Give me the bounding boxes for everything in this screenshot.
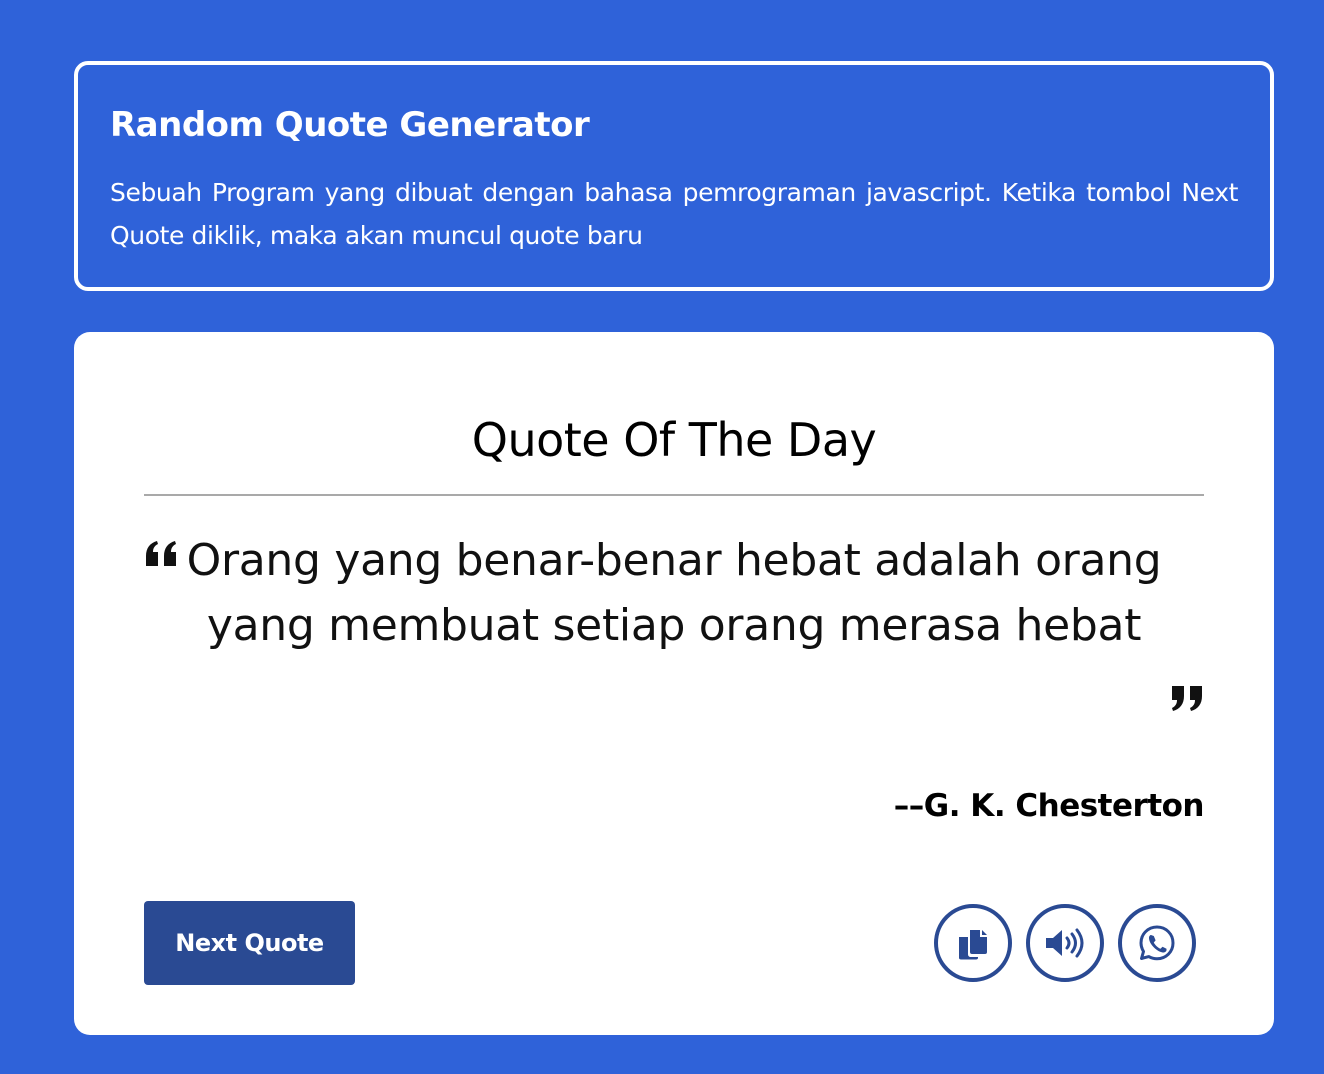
copy-icon — [959, 930, 987, 960]
info-title: Random Quote Generator — [110, 105, 590, 145]
info-box: Random Quote Generator Sebuah Program ya… — [74, 61, 1274, 291]
card-title: Quote Of The Day — [471, 413, 877, 467]
whatsapp-icon — [1139, 925, 1175, 961]
whatsapp-button[interactable] — [1118, 904, 1196, 982]
speaker-icon — [1046, 928, 1084, 958]
divider — [144, 494, 1204, 496]
quote-card: Quote Of The Day Orang yang benar-benar … — [74, 332, 1274, 1035]
quote-author: ––G. K. Chesterton — [893, 788, 1205, 824]
info-description: Sebuah Program yang dibuat dengan bahasa… — [110, 178, 1238, 250]
copy-button[interactable] — [934, 904, 1012, 982]
next-quote-button[interactable]: Next Quote — [144, 901, 355, 985]
speak-button[interactable] — [1026, 904, 1104, 982]
quote-text: Orang yang benar-benar hebat adalah oran… — [186, 535, 1162, 651]
quote-close-icon — [1172, 686, 1202, 711]
